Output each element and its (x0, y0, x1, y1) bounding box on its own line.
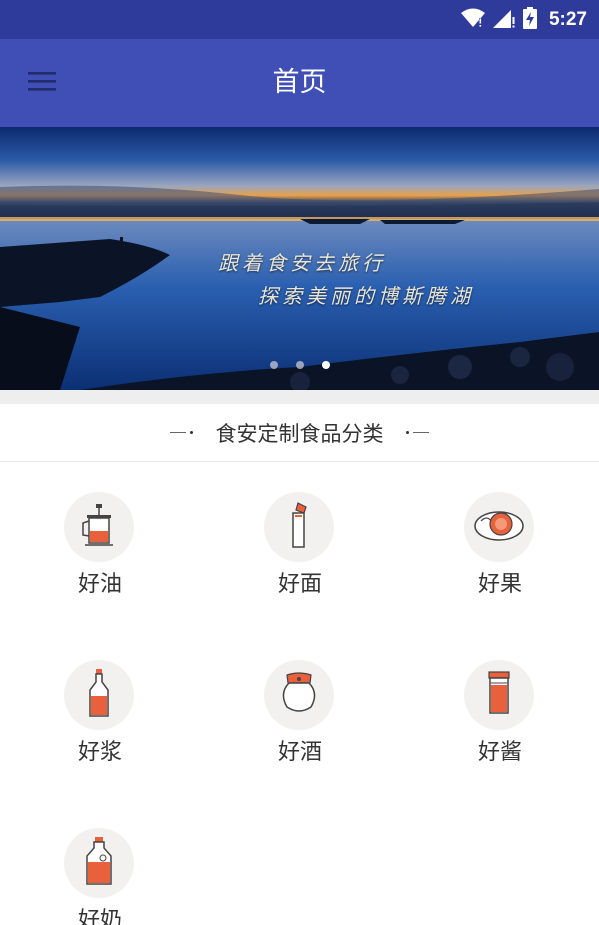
category-icon-circle (64, 660, 134, 730)
category-icon-circle (64, 828, 134, 898)
category-item-juice[interactable]: 好浆 (0, 630, 200, 770)
section-header: 食安定制食品分类 (0, 404, 599, 462)
page-title: 首页 (272, 67, 327, 98)
wine-jar-icon (277, 671, 321, 719)
category-icon-circle (464, 492, 534, 562)
status-bar: 5:27 (0, 0, 599, 39)
category-icon-circle (464, 660, 534, 730)
category-item-oil[interactable]: 好油 (0, 462, 200, 602)
category-label: 好果 (477, 572, 522, 597)
sauce-jar-icon (486, 671, 512, 719)
banner-caption-line2: 探索美丽的博斯腾湖 (258, 284, 474, 308)
app-bar: 首页 (0, 39, 599, 127)
category-grid: 好油 好面 好果 好浆 好酒 好酱 好奶 (0, 462, 599, 925)
status-time: 5:27 (548, 9, 587, 30)
wifi-icon (460, 8, 485, 32)
category-label: 好奶 (77, 908, 122, 925)
signal-icon (492, 8, 515, 32)
category-item-wine[interactable]: 好酒 (200, 630, 400, 770)
oil-press-icon (79, 503, 119, 551)
section-divider (0, 390, 599, 404)
category-label: 好面 (277, 572, 322, 597)
header-decoration-right (402, 431, 430, 434)
category-label: 好油 (77, 572, 122, 597)
juice-bottle-icon (87, 668, 111, 722)
fruit-plate-icon (473, 507, 525, 547)
header-decoration-left (169, 431, 198, 434)
category-item-milk[interactable]: 好奶 (0, 798, 200, 925)
battery-charging-icon (522, 7, 537, 33)
category-label: 好酒 (277, 740, 322, 765)
menu-icon (26, 70, 58, 96)
banner-caption-line1: 跟着食安去旅行 (218, 251, 386, 275)
carousel-dot-1[interactable] (269, 361, 278, 369)
carousel-dot-3[interactable] (321, 361, 330, 369)
category-label: 好酱 (477, 740, 522, 765)
category-label: 好浆 (77, 740, 122, 765)
flour-bag-icon (284, 501, 314, 553)
category-item-sauce[interactable]: 好酱 (400, 630, 599, 770)
section-title: 食安定制食品分类 (215, 421, 384, 446)
category-icon-circle (264, 660, 334, 730)
category-item-noodle[interactable]: 好面 (200, 462, 400, 602)
category-item-fruit[interactable]: 好果 (400, 462, 599, 602)
carousel-indicators (0, 361, 599, 369)
category-icon-circle (64, 492, 134, 562)
carousel-dot-2[interactable] (295, 361, 304, 369)
milk-bottle-icon (84, 836, 114, 890)
menu-button[interactable] (22, 65, 62, 101)
banner-carousel[interactable]: 跟着食安去旅行 探索美丽的博斯腾湖 (0, 127, 599, 390)
status-icons: 5:27 (460, 7, 587, 33)
category-icon-circle (264, 492, 334, 562)
